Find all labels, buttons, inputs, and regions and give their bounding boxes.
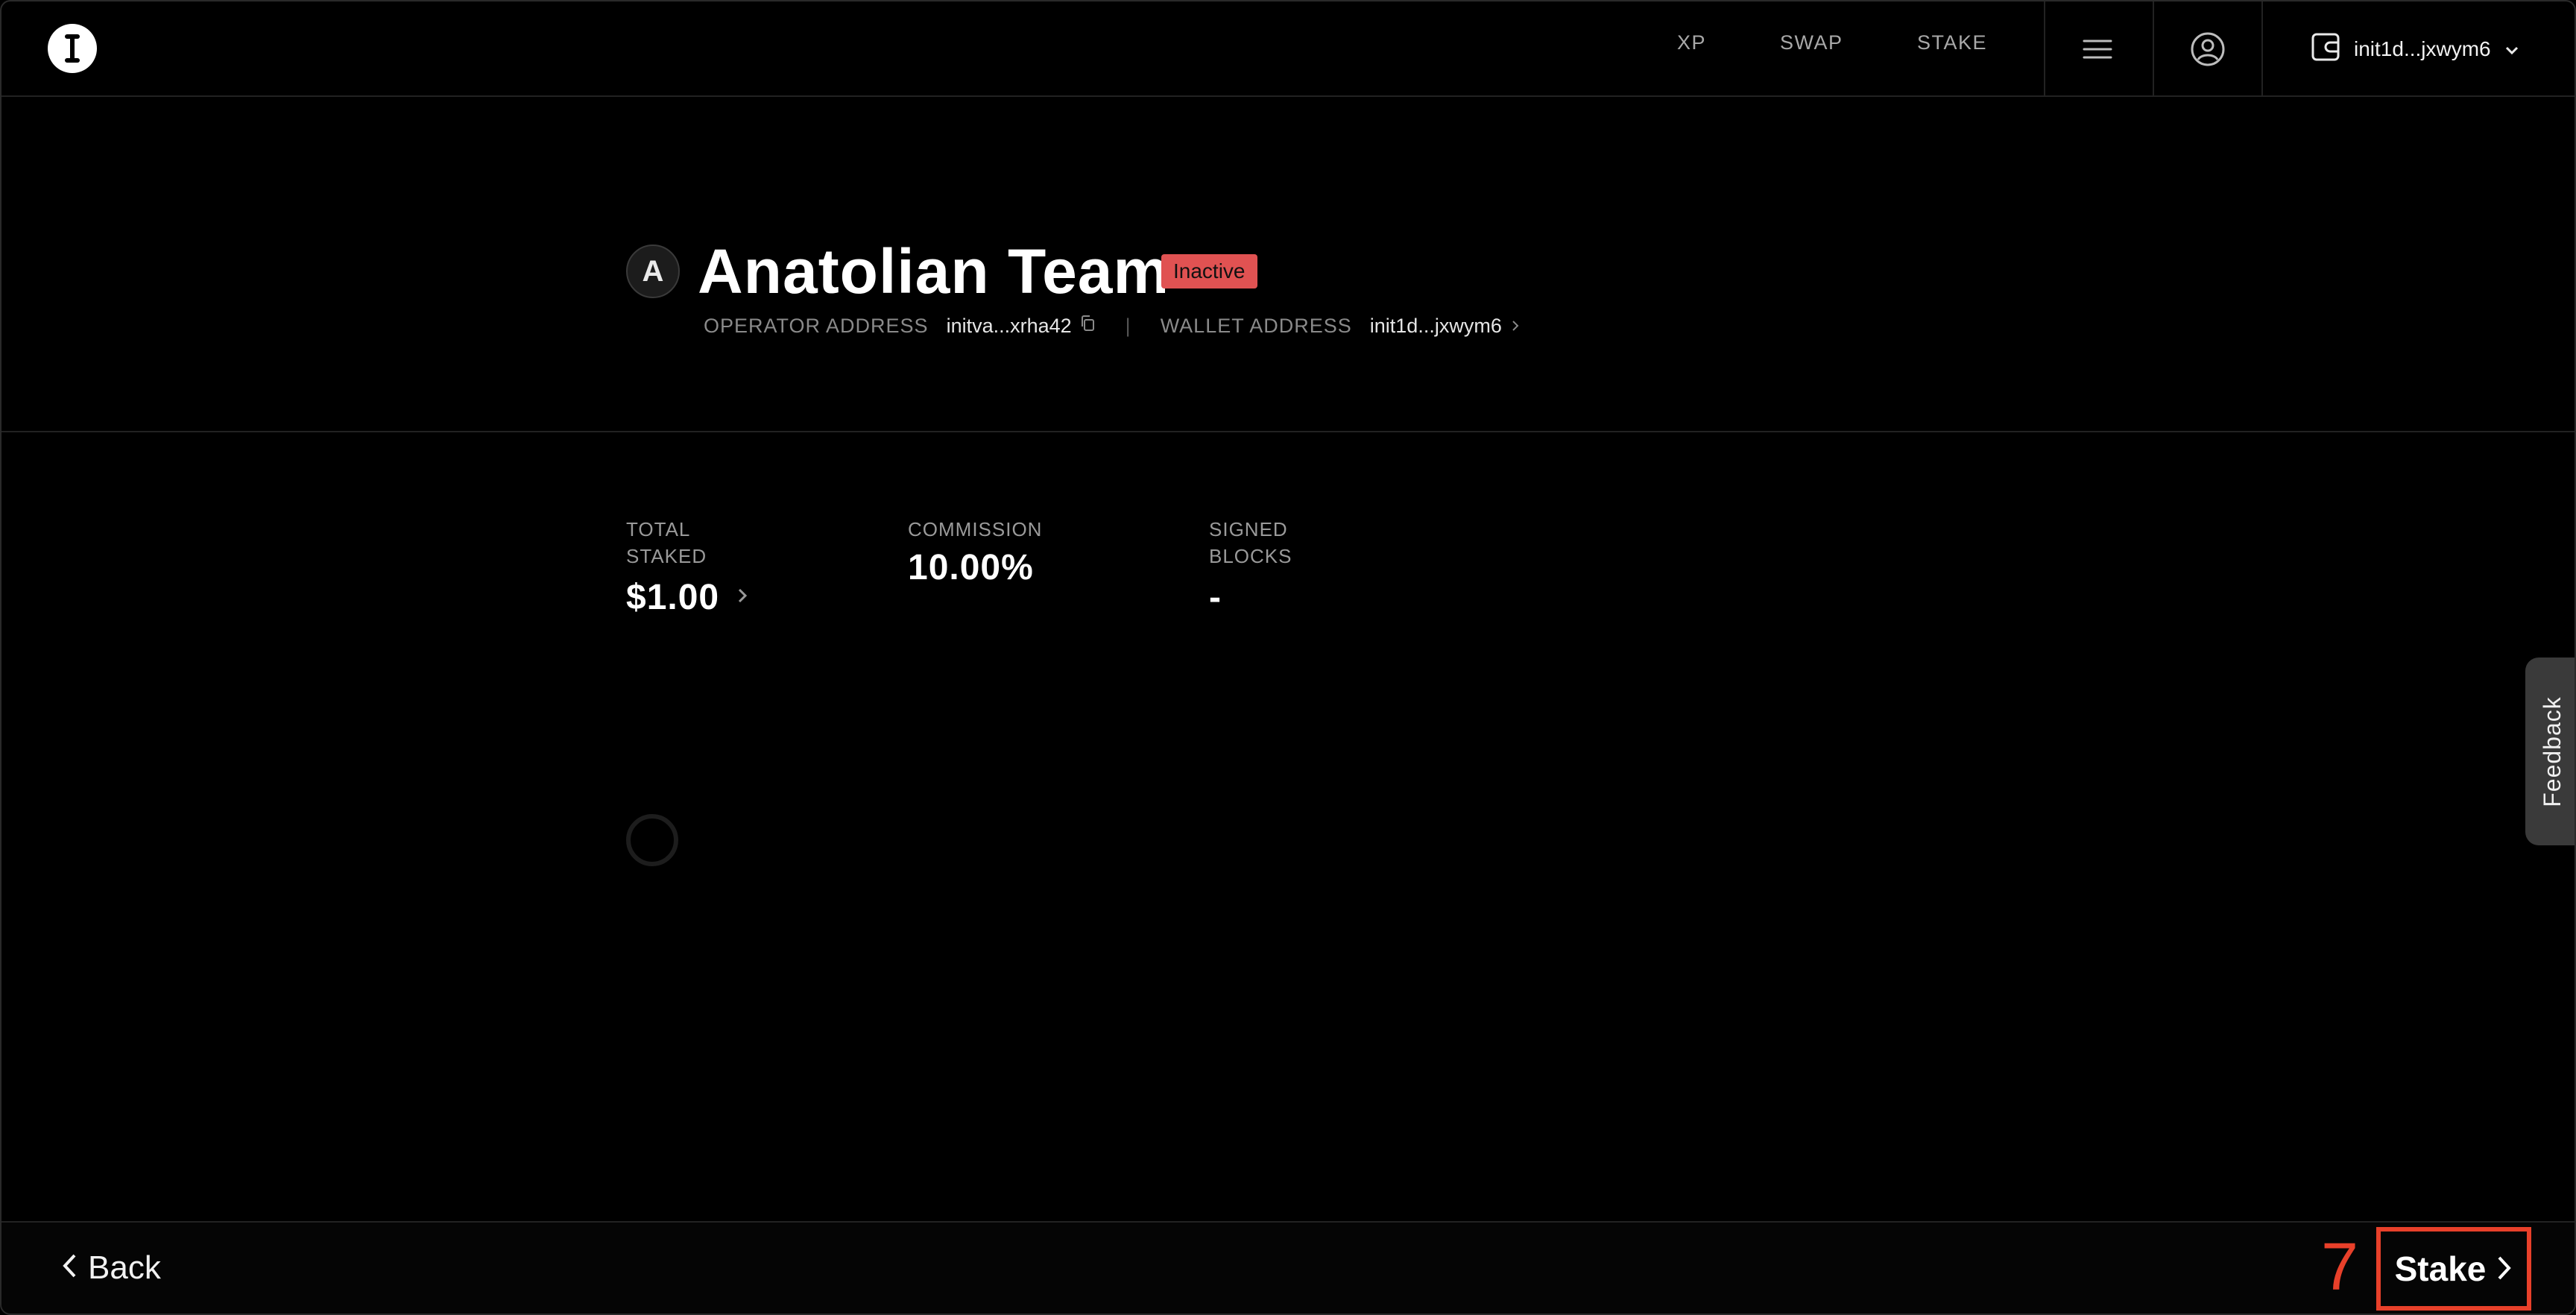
header-divider xyxy=(2044,1,2045,95)
total-staked-label: TOTAL STAKED xyxy=(626,518,707,567)
page-title: Anatolian Team xyxy=(698,236,1170,306)
nav-xp[interactable]: XP xyxy=(1677,31,1706,54)
copy-icon[interactable] xyxy=(1079,315,1096,338)
wallet-icon xyxy=(2311,32,2340,67)
wallet-address: init1d...jxwym6 xyxy=(2354,37,2491,60)
footer-bar: Back 7 Stake xyxy=(1,1221,2575,1314)
commission-label: COMMISSION xyxy=(908,518,1043,540)
total-staked-link[interactable]: $1.00 xyxy=(626,577,748,618)
back-label: Back xyxy=(88,1249,161,1286)
wallet-address-label: WALLET ADDRESS xyxy=(1160,315,1352,337)
app-window: XP SWAP STAKE init1d...jxwym6 A Anatolia… xyxy=(0,0,2576,1315)
commission-value: 10.00% xyxy=(908,548,1034,587)
validator-header-section xyxy=(1,97,2575,432)
initia-logo-icon[interactable] xyxy=(48,24,97,73)
stat-total-staked: TOTAL STAKED $1.00 xyxy=(626,516,748,618)
stake-label: Stake xyxy=(2394,1249,2487,1288)
account-icon[interactable] xyxy=(2188,30,2227,69)
chevron-left-icon xyxy=(61,1249,78,1287)
back-button[interactable]: Back xyxy=(61,1249,161,1287)
stake-button[interactable]: Stake xyxy=(2376,1227,2531,1311)
chevron-right-icon xyxy=(737,587,748,608)
nav-stake[interactable]: STAKE xyxy=(1917,31,1987,54)
stat-signed-blocks: SIGNED BLOCKS - xyxy=(1209,516,1292,618)
feedback-label: Feedback xyxy=(2538,696,2566,807)
top-header: XP SWAP STAKE init1d...jxwym6 xyxy=(1,1,2575,97)
feedback-tab[interactable]: Feedback xyxy=(2525,658,2575,845)
chevron-right-icon xyxy=(2496,1249,2513,1289)
operator-address-value: initva...xrha42 xyxy=(946,315,1072,337)
signed-blocks-value: - xyxy=(1209,578,1222,617)
total-staked-value: $1.00 xyxy=(626,578,720,617)
wallet-address-link[interactable]: init1d...jxwym6 xyxy=(1370,315,1502,338)
validator-avatar: A xyxy=(626,245,680,298)
address-row: OPERATOR ADDRESS initva...xrha42 | WALLE… xyxy=(704,315,1520,338)
step-number: 7 xyxy=(2321,1230,2359,1305)
operator-address-label: OPERATOR ADDRESS xyxy=(704,315,929,337)
wallet-dropdown[interactable]: init1d...jxwym6 xyxy=(2311,30,2519,69)
signed-blocks-label: SIGNED BLOCKS xyxy=(1209,518,1292,567)
address-separator: | xyxy=(1125,315,1131,337)
menu-icon[interactable] xyxy=(2078,30,2117,69)
chevron-down-icon xyxy=(2504,37,2519,61)
stat-commission: COMMISSION 10.00% xyxy=(908,516,1042,588)
header-divider xyxy=(2153,1,2154,95)
chevron-right-icon[interactable] xyxy=(1511,315,1520,338)
header-divider xyxy=(2261,1,2263,95)
loading-spinner xyxy=(626,814,678,866)
nav-swap[interactable]: SWAP xyxy=(1780,31,1843,54)
status-badge: Inactive xyxy=(1161,254,1257,288)
